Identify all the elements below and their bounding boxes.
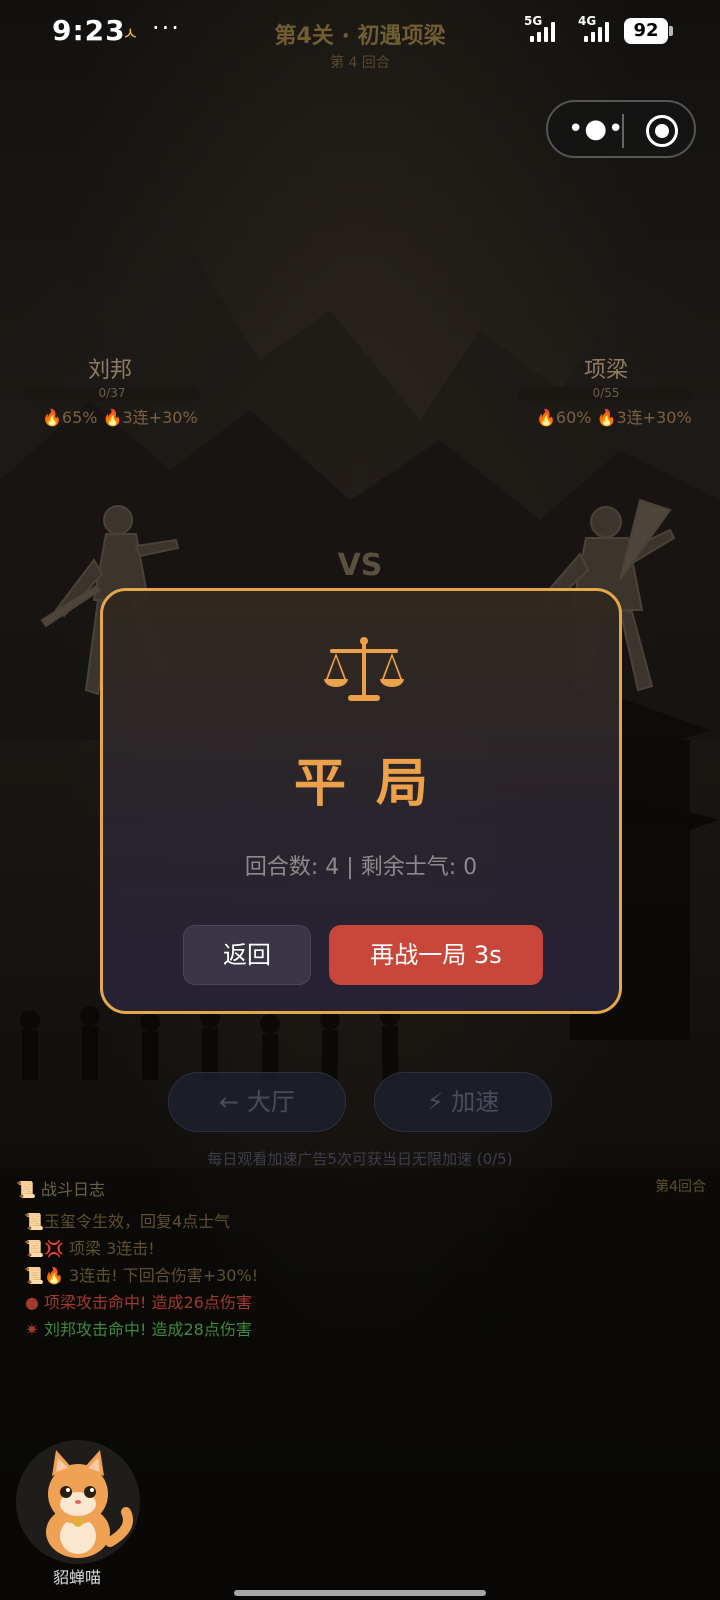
capsule-divider [622,114,624,148]
mascot-name: 貂蝉喵 [52,1568,101,1587]
battle-log-title: 📜 战斗日志 [16,1176,105,1200]
diaochan-cat-avatar[interactable] [14,1432,142,1572]
scroll-icon: 📜 [24,1239,44,1258]
vs-label: VS [337,548,383,583]
battle-log-round: 第4回合 [655,1179,706,1195]
log-line: 📜玉玺令生效，回复4点士气 [24,1208,230,1232]
log-line-text: 玉玺令生效，回复4点士气 [44,1212,231,1231]
log-line: 📜🔥 3连击! 下回合伤害+30%! [24,1262,258,1286]
blood-icon: ● [25,1293,39,1312]
more-menu-button[interactable]: •●• [568,114,624,144]
log-line-text: 项梁攻击命中! 造成26点伤害 [44,1293,252,1312]
right-fighter-name: 项梁 [584,358,629,383]
miniprogram-capsule: •●• [546,100,696,158]
back-button[interactable]: 返回 [183,925,311,985]
left-fighter-name: 刘邦 [88,358,133,383]
log-line-text: 💢 项梁 3连击! [44,1239,155,1258]
scroll-icon: 📜 [24,1266,44,1285]
right-fighter-hp-text: 0/55 [592,386,620,400]
left-fighter-hp-text: 0/37 [98,386,126,400]
result-title: 平局 [293,754,458,814]
scroll-icon: 📜 [24,1212,44,1231]
battle-result-dialog: 平局 回合数: 4 | 剩余士气: 0 返回 再战一局 3s [100,588,622,1014]
ad-speedup-note: 每日观看加速广告5次可获当日无限加速 (0/5) [207,1150,513,1168]
close-miniprogram-button[interactable] [646,115,678,147]
lobby-button[interactable]: ← 大厅 [168,1072,346,1132]
right-fighter-buffs: 🔥60% 🔥3连+30% [536,408,692,427]
log-line: ● 项梁攻击命中! 造成26点伤害 [24,1289,252,1313]
result-stats: 回合数: 4 | 剩余士气: 0 [244,855,478,880]
battle-log-title-text: 战斗日志 [41,1180,106,1199]
balance-scale-icon [324,637,404,701]
scroll-icon: 📜 [16,1180,36,1199]
left-fighter-buffs: 🔥65% 🔥3连+30% [42,408,198,427]
log-line-text: 刘邦攻击命中! 造成28点伤害 [44,1320,252,1339]
speed-up-button[interactable]: ⚡ 加速 [374,1072,552,1132]
log-line: 📜💢 项梁 3连击! [24,1235,155,1259]
retry-button[interactable]: 再战一局 3s [329,925,543,985]
log-line-text: 🔥 3连击! 下回合伤害+30%! [44,1266,259,1285]
home-indicator[interactable] [234,1590,486,1596]
round-subtitle: 第 4 回合 [330,55,390,71]
impact-icon: ✷ [25,1320,39,1339]
log-line: ✷ 刘邦攻击命中! 造成28点伤害 [24,1316,252,1340]
level-title: 第4关 · 初遇项梁 [274,24,446,49]
